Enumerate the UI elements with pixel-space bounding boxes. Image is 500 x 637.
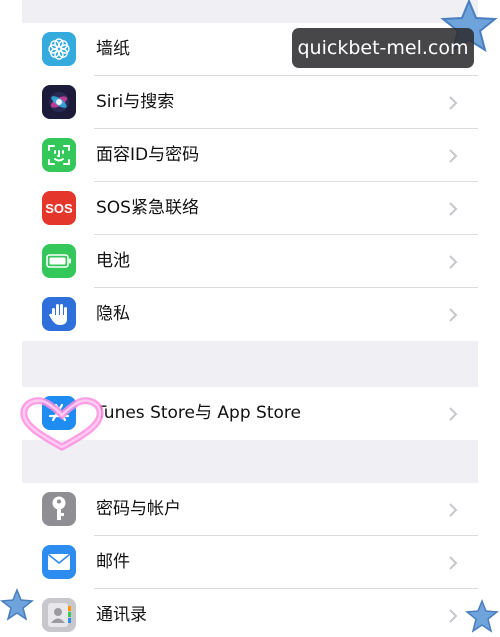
face-id-icon bbox=[42, 138, 76, 172]
chevron-right-icon bbox=[449, 556, 458, 570]
settings-group-general: 墙纸 Siri与搜索 面容ID与密码 SOS SOS紧急联络 电池 隐私 bbox=[22, 23, 478, 341]
mail-icon bbox=[42, 545, 76, 579]
settings-screen: 墙纸 Siri与搜索 面容ID与密码 SOS SOS紧急联络 电池 隐私 Tun… bbox=[22, 0, 478, 637]
settings-row-battery[interactable]: 电池 bbox=[22, 235, 478, 288]
chevron-right-icon bbox=[449, 609, 458, 623]
chevron-right-icon bbox=[449, 407, 458, 421]
settings-row-label: 面容ID与密码 bbox=[96, 145, 200, 165]
chevron-right-icon bbox=[449, 149, 458, 163]
star-sticker-icon bbox=[465, 598, 499, 633]
privacy-hand-icon bbox=[42, 297, 76, 331]
settings-row-sos[interactable]: SOS SOS紧急联络 bbox=[22, 182, 478, 235]
contacts-icon bbox=[42, 598, 76, 632]
battery-icon bbox=[42, 244, 76, 278]
settings-row-label: 电池 bbox=[96, 251, 130, 271]
chevron-right-icon bbox=[449, 96, 458, 110]
chevron-right-icon bbox=[449, 255, 458, 269]
settings-group-accounts: 密码与帐户 邮件 通讯录 bbox=[22, 483, 478, 637]
key-icon bbox=[42, 492, 76, 526]
settings-row-label: 隐私 bbox=[96, 304, 130, 324]
star-sticker-icon bbox=[0, 588, 34, 621]
settings-row-siri[interactable]: Siri与搜索 bbox=[22, 76, 478, 129]
sos-icon: SOS bbox=[42, 191, 76, 225]
settings-row-mail[interactable]: 邮件 bbox=[22, 536, 478, 589]
settings-row-face-id[interactable]: 面容ID与密码 bbox=[22, 129, 478, 182]
settings-row-label: 邮件 bbox=[96, 552, 130, 572]
chevron-right-icon bbox=[449, 202, 458, 216]
settings-row-label: Tunes Store与 App Store bbox=[96, 403, 301, 423]
settings-row-label: 密码与帐户 bbox=[96, 499, 181, 519]
settings-row-label: Siri与搜索 bbox=[96, 92, 175, 112]
settings-row-privacy[interactable]: 隐私 bbox=[22, 288, 478, 341]
siri-icon bbox=[42, 85, 76, 119]
heart-sticker-icon bbox=[20, 397, 104, 451]
settings-row-contacts[interactable]: 通讯录 bbox=[22, 589, 478, 637]
chevron-right-icon bbox=[449, 503, 458, 517]
watermark-badge: quickbet-mel.com bbox=[292, 28, 474, 68]
wallpaper-flower-icon bbox=[42, 32, 76, 66]
settings-row-label: 通讯录 bbox=[96, 605, 147, 625]
chevron-right-icon bbox=[449, 308, 458, 322]
sos-icon-text: SOS bbox=[45, 200, 73, 216]
page: 墙纸 Siri与搜索 面容ID与密码 SOS SOS紧急联络 电池 隐私 Tun… bbox=[0, 0, 500, 637]
settings-row-label: 墙纸 bbox=[96, 39, 130, 59]
settings-row-label: SOS紧急联络 bbox=[96, 198, 199, 218]
settings-row-passwords[interactable]: 密码与帐户 bbox=[22, 483, 478, 536]
